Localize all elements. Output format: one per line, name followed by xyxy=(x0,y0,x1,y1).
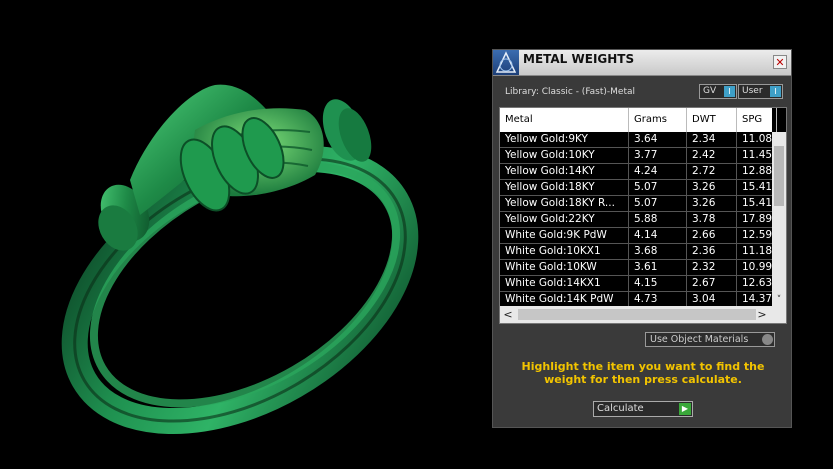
close-icon: ✕ xyxy=(775,56,785,69)
cell-dwt: 3.26 xyxy=(687,180,737,195)
cell-dwt: 2.72 xyxy=(687,164,737,179)
table-row[interactable]: Yellow Gold:14KY 4.24 2.72 12.88 xyxy=(500,164,777,180)
use-object-materials-label: Use Object Materials xyxy=(650,334,749,345)
cell-spg: 11.08 xyxy=(737,132,777,147)
table-row[interactable]: Yellow Gold:18KY 5.07 3.26 15.41 xyxy=(500,180,777,196)
use-object-materials-toggle[interactable]: Use Object Materials xyxy=(645,332,775,347)
gv-toggle-label: GV xyxy=(703,86,717,96)
column-header-metal[interactable]: Metal xyxy=(500,108,629,132)
cell-spg: 15.41 xyxy=(737,180,777,195)
cell-grams: 5.88 xyxy=(629,212,687,227)
gv-toggle[interactable]: GV I xyxy=(699,84,737,99)
table-row[interactable]: Yellow Gold:9KY 3.64 2.34 11.08 xyxy=(500,132,777,148)
table-row[interactable]: Yellow Gold:22KY 5.88 3.78 17.89 xyxy=(500,212,777,228)
table-row[interactable]: White Gold:9K PdW 4.14 2.66 12.59 xyxy=(500,228,777,244)
metal-table: Metal Grams DWT SPG Yellow Gold:9KY 3.64 2… xyxy=(499,107,787,324)
cell-grams: 3.77 xyxy=(629,148,687,163)
table-header: Metal Grams DWT SPG xyxy=(500,108,777,132)
panel-titlebar[interactable]: METAL WEIGHTS ✕ xyxy=(493,50,791,76)
cell-metal: White Gold:10KW xyxy=(500,260,629,275)
cell-grams: 4.24 xyxy=(629,164,687,179)
play-arrow-icon: ▶ xyxy=(679,403,691,415)
user-toggle-label: User xyxy=(742,86,763,96)
scroll-thumb[interactable] xyxy=(774,146,784,206)
library-label: Library: Classic - (Fast)-Metal xyxy=(505,87,636,97)
scroll-thumb[interactable] xyxy=(518,309,756,320)
cell-dwt: 2.32 xyxy=(687,260,737,275)
cell-grams: 3.64 xyxy=(629,132,687,147)
cell-spg: 11.45 xyxy=(737,148,777,163)
table-row[interactable]: White Gold:14KX1 4.15 2.67 12.63 xyxy=(500,276,777,292)
cell-metal: White Gold:10KX1 xyxy=(500,244,629,259)
cell-metal: Yellow Gold:10KY xyxy=(500,148,629,163)
toggle-knob-icon: I xyxy=(770,86,781,97)
cell-spg: 12.59 xyxy=(737,228,777,243)
cell-grams: 3.61 xyxy=(629,260,687,275)
close-button[interactable]: ✕ xyxy=(773,55,787,69)
cell-spg: 15.41 xyxy=(737,196,777,211)
cell-dwt: 2.34 xyxy=(687,132,737,147)
vertical-scrollbar[interactable]: ˅ xyxy=(772,132,786,306)
calculate-button[interactable]: Calculate ▶ xyxy=(593,401,693,417)
cell-metal: White Gold:14K PdW xyxy=(500,292,629,307)
cell-metal: Yellow Gold:9KY xyxy=(500,132,629,147)
cell-metal: Yellow Gold:18KY R... xyxy=(500,196,629,211)
cell-grams: 4.15 xyxy=(629,276,687,291)
cell-spg: 17.89 xyxy=(737,212,777,227)
cell-spg: 12.88 xyxy=(737,164,777,179)
panel-title: METAL WEIGHTS xyxy=(523,52,635,66)
cell-metal: Yellow Gold:18KY xyxy=(500,180,629,195)
horizontal-scrollbar[interactable]: < > xyxy=(500,306,786,323)
cell-dwt: 3.04 xyxy=(687,292,737,307)
toggle-knob-icon: I xyxy=(724,86,735,97)
cell-dwt: 2.67 xyxy=(687,276,737,291)
cell-metal: Yellow Gold:22KY xyxy=(500,212,629,227)
cell-metal: White Gold:9K PdW xyxy=(500,228,629,243)
cell-dwt: 3.26 xyxy=(687,196,737,211)
calculate-label: Calculate xyxy=(597,403,644,414)
column-header-grams[interactable]: Grams xyxy=(629,108,687,132)
cell-metal: Yellow Gold:14KY xyxy=(500,164,629,179)
cell-grams: 4.73 xyxy=(629,292,687,307)
table-body: Yellow Gold:9KY 3.64 2.34 11.08 Yellow Gold… xyxy=(500,132,777,308)
cell-dwt: 2.42 xyxy=(687,148,737,163)
cell-dwt: 2.36 xyxy=(687,244,737,259)
cell-spg: 12.63 xyxy=(737,276,777,291)
hint-text: Highlight the item you want to find the … xyxy=(521,360,765,386)
cell-dwt: 2.66 xyxy=(687,228,737,243)
table-row[interactable]: White Gold:10KW 3.61 2.32 10.99 xyxy=(500,260,777,276)
cell-metal: White Gold:14KX1 xyxy=(500,276,629,291)
cell-spg: 10.99 xyxy=(737,260,777,275)
cell-grams: 4.14 xyxy=(629,228,687,243)
user-toggle[interactable]: User I xyxy=(738,84,783,99)
cell-grams: 5.07 xyxy=(629,180,687,195)
cell-grams: 3.68 xyxy=(629,244,687,259)
cell-spg: 11.18 xyxy=(737,244,777,259)
cell-grams: 5.07 xyxy=(629,196,687,211)
column-header-dwt[interactable]: DWT xyxy=(687,108,737,132)
scroll-down-icon[interactable]: ˅ xyxy=(774,294,784,306)
table-row[interactable]: Yellow Gold:18KY R... 5.07 3.26 15.41 xyxy=(500,196,777,212)
cell-dwt: 3.78 xyxy=(687,212,737,227)
cell-spg: 14.37 xyxy=(737,292,777,307)
scroll-right-icon[interactable]: > xyxy=(756,306,768,323)
app-logo-icon xyxy=(493,50,519,75)
radio-icon xyxy=(762,334,773,345)
column-header-spg[interactable]: SPG xyxy=(737,108,777,132)
table-row[interactable]: Yellow Gold:10KY 3.77 2.42 11.45 xyxy=(500,148,777,164)
ring-render xyxy=(61,84,419,435)
table-row[interactable]: White Gold:10KX1 3.68 2.36 11.18 xyxy=(500,244,777,260)
scroll-left-icon[interactable]: < xyxy=(502,306,514,323)
metal-weights-panel: METAL WEIGHTS ✕ Library: Classic - (Fast… xyxy=(492,49,792,428)
